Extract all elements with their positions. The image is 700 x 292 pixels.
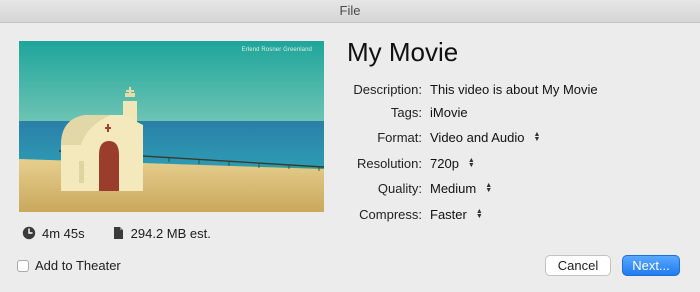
description-row: Description: This video is about My Movi… [280, 80, 680, 98]
format-value: Video and Audio [430, 129, 525, 145]
thumbnail-watermark: Erlend Rosner Greenland [241, 47, 312, 53]
quality-select[interactable]: Medium ▲ ▼ [430, 181, 492, 196]
tags-row: Tags: iMovie [280, 103, 680, 121]
compress-label: Compress: [359, 206, 422, 222]
video-thumbnail: Erlend Rosner Greenland [19, 41, 324, 212]
add-to-theater-checkbox[interactable] [17, 259, 29, 272]
format-label: Format: [377, 129, 422, 145]
resolution-label: Resolution: [356, 155, 422, 171]
document-icon [111, 226, 125, 240]
compress-select[interactable]: Faster ▲ ▼ [430, 207, 483, 222]
tags-field[interactable]: iMovie [430, 105, 468, 120]
resolution-select[interactable]: 720p ▲ ▼ [430, 156, 475, 171]
cancel-button[interactable]: Cancel [545, 255, 611, 276]
clock-icon [22, 226, 36, 240]
compress-row: Compress: Faster ▲ ▼ [280, 205, 680, 223]
add-to-theater-option[interactable]: Add to Theater [17, 258, 121, 273]
format-row: Format: Video and Audio ▲ ▼ [280, 128, 680, 146]
movie-title: My Movie [347, 37, 459, 67]
thumbnail-image [19, 41, 324, 212]
description-label: Description: [353, 81, 422, 97]
updown-chevron-icon: ▲ ▼ [485, 182, 493, 194]
description-field[interactable]: This video is about My Movie [430, 82, 598, 97]
tags-label: Tags: [390, 104, 422, 120]
resolution-row: Resolution: 720p ▲ ▼ [280, 154, 680, 172]
updown-chevron-icon: ▲ ▼ [475, 208, 483, 220]
window-title: File [0, 0, 700, 23]
share-file-dialog: File Erlend Rosner Greenland 4m 45s 294.… [0, 0, 700, 292]
size-estimate: 294.2 MB est. [130, 225, 211, 241]
resolution-value: 720p [430, 155, 459, 171]
quality-label: Quality: [377, 180, 422, 196]
next-button[interactable]: Next... [622, 255, 680, 276]
updown-chevron-icon: ▲ ▼ [533, 131, 541, 143]
duration-value: 4m 45s [42, 225, 85, 241]
updown-chevron-icon: ▲ ▼ [467, 157, 475, 169]
compress-value: Faster [430, 206, 467, 222]
quality-value: Medium [430, 180, 477, 196]
quality-row: Quality: Medium ▲ ▼ [280, 179, 680, 197]
format-select[interactable]: Video and Audio ▲ ▼ [430, 130, 540, 145]
video-meta: 4m 45s 294.2 MB est. [22, 225, 211, 241]
add-to-theater-label: Add to Theater [35, 258, 121, 273]
